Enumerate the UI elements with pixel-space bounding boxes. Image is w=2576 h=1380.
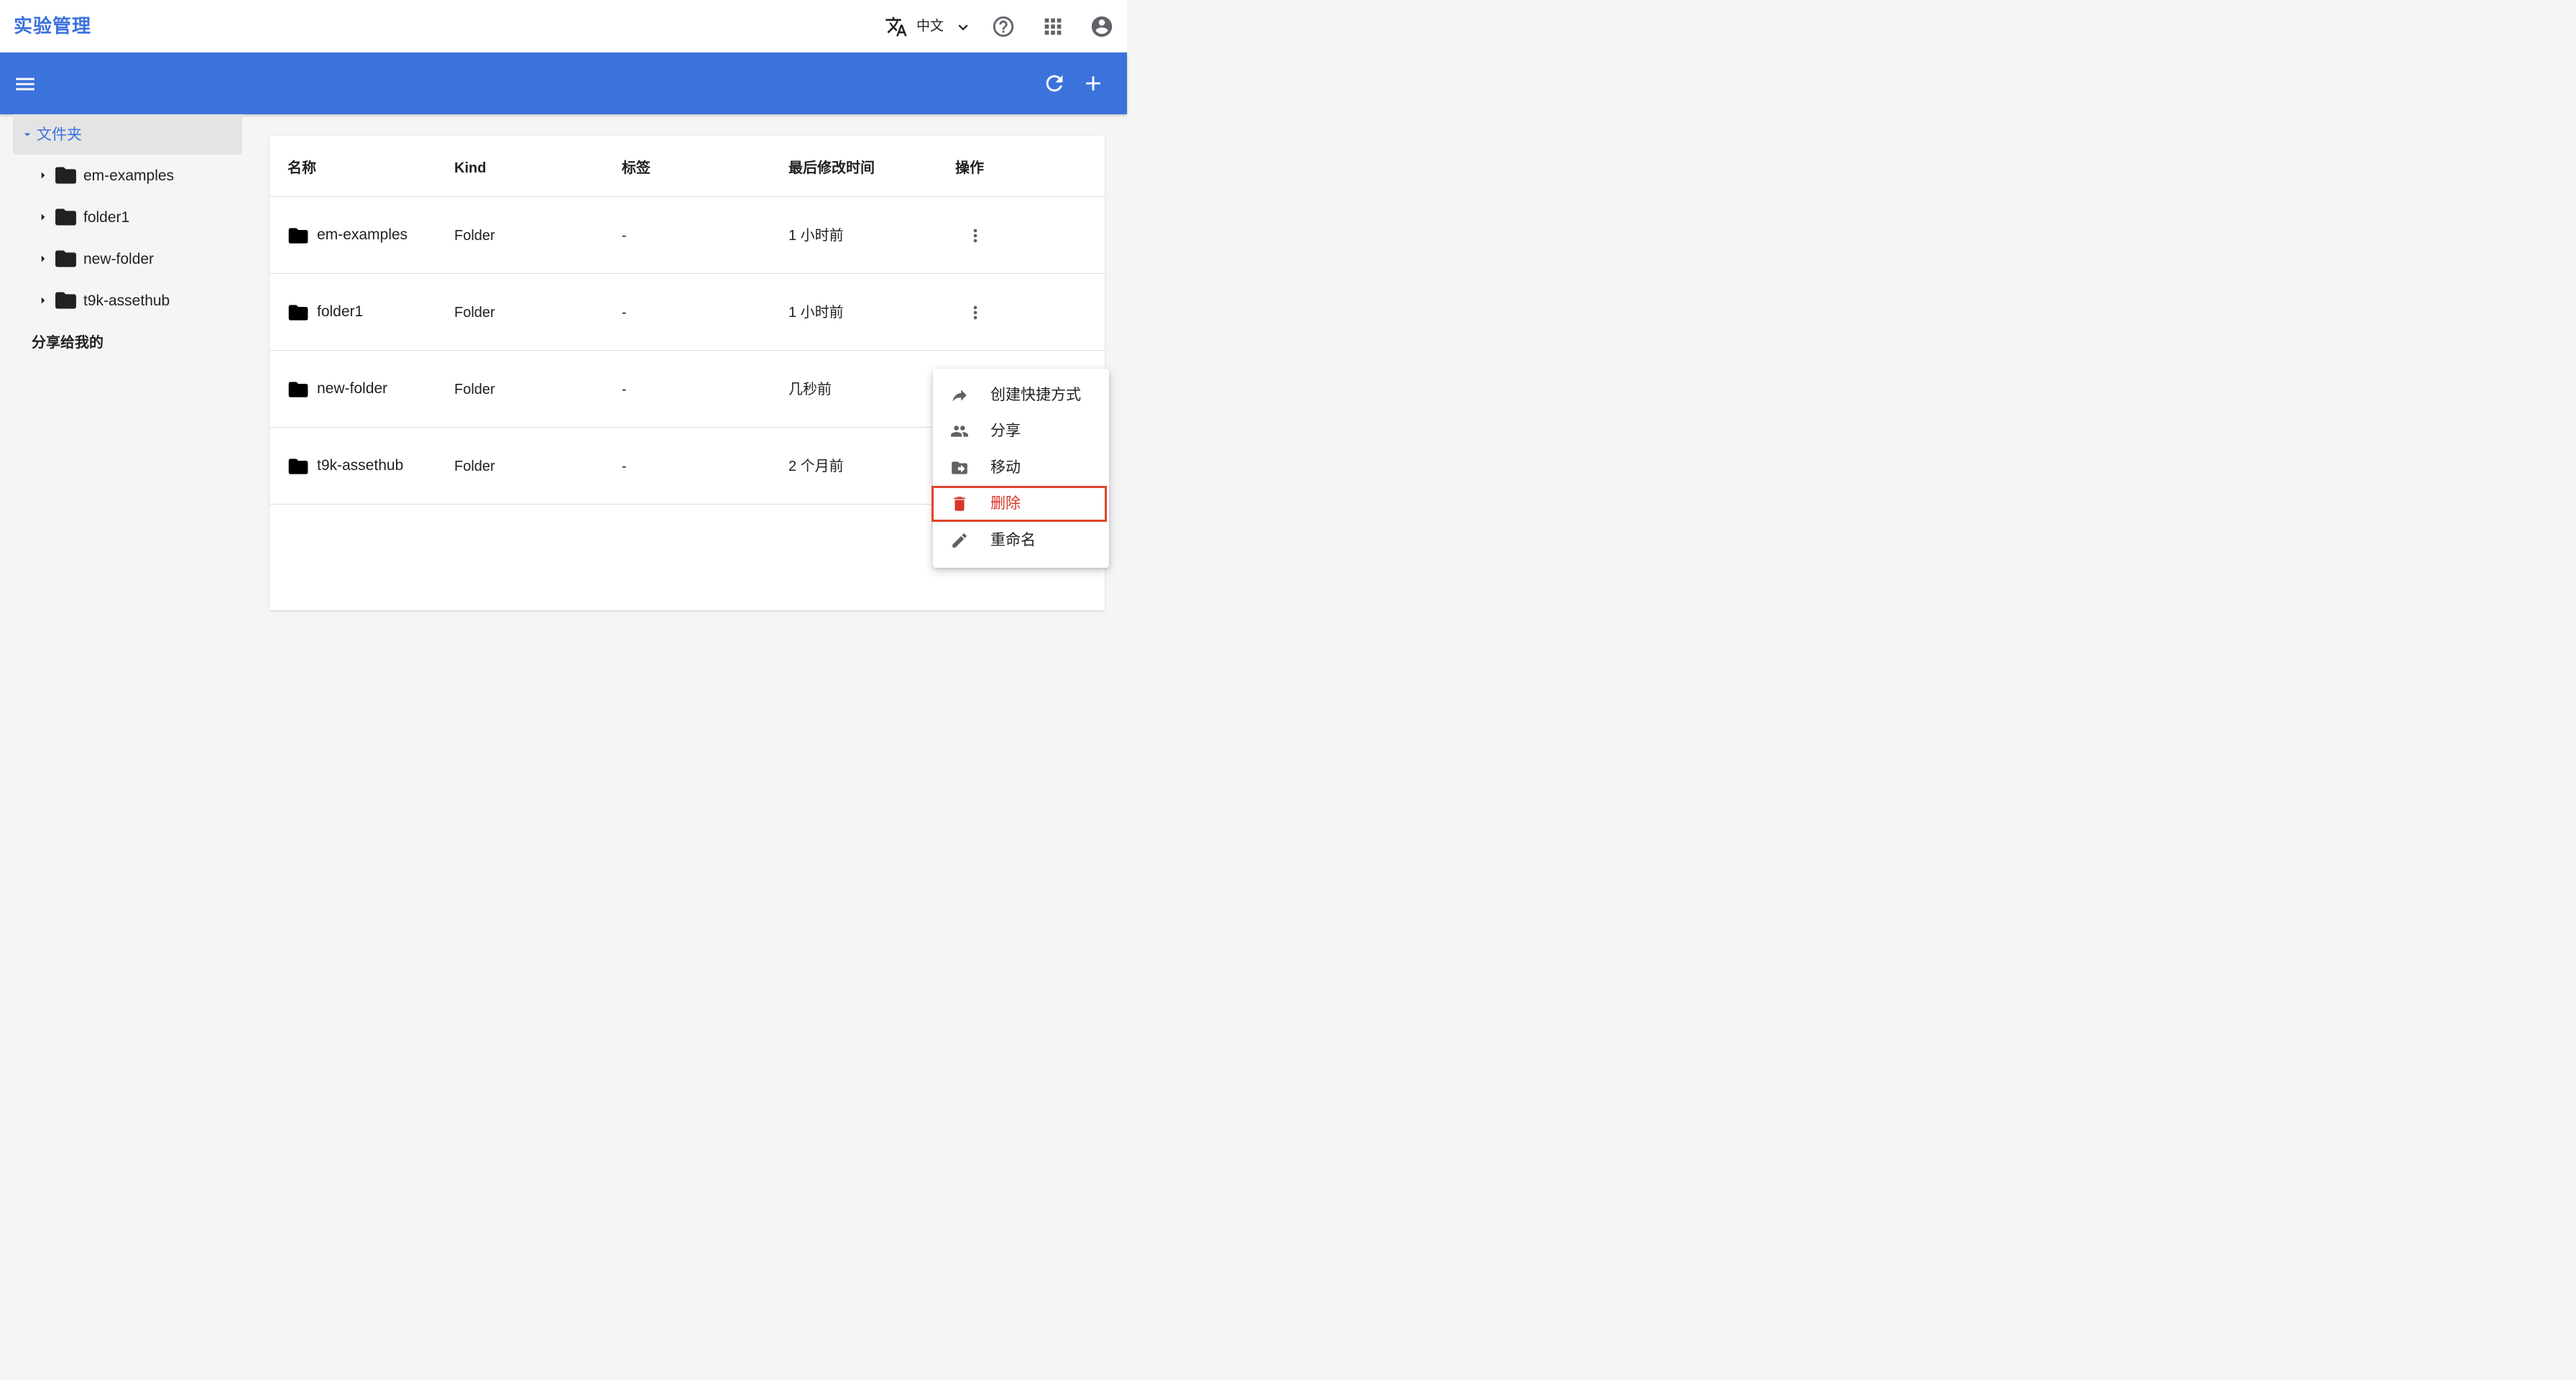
row-kind: Folder: [454, 305, 495, 321]
menu-item-share[interactable]: 分享: [933, 413, 1109, 449]
row-modified: 2 个月前: [788, 459, 844, 474]
menu-item-label: 分享: [990, 423, 1021, 439]
help-icon[interactable]: [991, 14, 1016, 39]
sidebar: 文件夹 em-examples folder1 new-folder t9k-a…: [0, 114, 259, 604]
row-tags: -: [622, 382, 627, 397]
table-row[interactable]: folder1 Folder - 1 小时前: [270, 274, 1105, 350]
row-modified: 1 小时前: [788, 305, 844, 321]
language-label[interactable]: 中文: [916, 17, 944, 36]
sidebar-item-em-examples[interactable]: em-examples: [0, 160, 244, 192]
row-kind: Folder: [454, 228, 495, 244]
chevron-down-icon[interactable]: [954, 18, 972, 37]
row-modified: 几秒前: [788, 382, 832, 397]
more-vert-icon[interactable]: [965, 303, 985, 323]
menu-item-create-shortcut[interactable]: 创建快捷方式: [933, 377, 1109, 413]
account-icon[interactable]: [1090, 14, 1114, 39]
people-icon: [951, 426, 968, 437]
caret-right-icon[interactable]: [37, 294, 50, 307]
highlight-box: [932, 486, 1107, 522]
caret-right-icon[interactable]: [37, 211, 50, 224]
row-tags: -: [622, 459, 627, 474]
menu-item-label: 重命名: [990, 532, 1036, 548]
refresh-icon[interactable]: [1042, 71, 1067, 96]
menu-item-label: 创建快捷方式: [990, 387, 1081, 403]
sidebar-item-new-folder[interactable]: new-folder: [0, 244, 244, 275]
column-header-kind[interactable]: Kind: [454, 158, 486, 178]
apps-icon[interactable]: [1041, 14, 1065, 39]
row-modified: 1 小时前: [788, 228, 844, 244]
menu-icon[interactable]: [13, 72, 37, 96]
add-icon[interactable]: [1081, 71, 1105, 96]
more-vert-icon[interactable]: [965, 226, 985, 246]
menu-item-label: 移动: [990, 459, 1021, 476]
row-kind: Folder: [454, 459, 495, 474]
column-header-actions: 操作: [955, 160, 984, 176]
table-row[interactable]: em-examples Folder - 1 小时前: [270, 197, 1105, 273]
folder-icon: [55, 167, 76, 184]
caret-down-icon[interactable]: [20, 127, 34, 142]
context-menu: 创建快捷方式 分享 移动 删除 重命名: [932, 369, 1109, 568]
row-name[interactable]: t9k-assethub: [317, 456, 403, 476]
sidebar-root-label: 文件夹: [37, 126, 82, 143]
row-tags: -: [622, 305, 627, 321]
app-title[interactable]: 实验管理: [14, 13, 91, 39]
shortcut-icon: [952, 390, 967, 402]
sidebar-item-label: t9k-assethub: [83, 293, 170, 309]
sidebar-item-shared-with-me[interactable]: 分享给我的: [32, 333, 104, 353]
row-name[interactable]: em-examples: [317, 225, 408, 245]
column-header-tags[interactable]: 标签: [622, 158, 650, 178]
folder-icon: [288, 228, 308, 244]
folder-icon: [288, 382, 308, 397]
sidebar-item-label: folder1: [83, 209, 130, 226]
translate-icon[interactable]: [885, 15, 908, 38]
column-header-name[interactable]: 名称: [288, 158, 316, 178]
sidebar-item-label: new-folder: [83, 251, 155, 267]
move-folder-icon: [952, 461, 967, 474]
sidebar-item-t9k-assethub[interactable]: t9k-assethub: [0, 285, 244, 317]
folder-icon: [55, 208, 76, 226]
row-kind: Folder: [454, 382, 495, 397]
folder-icon: [55, 250, 76, 267]
menu-item-rename[interactable]: 重命名: [933, 523, 1109, 558]
caret-right-icon[interactable]: [37, 252, 50, 265]
sidebar-item-folder1[interactable]: folder1: [0, 202, 244, 234]
top-bar: 实验管理 中文: [0, 0, 1127, 52]
folder-icon: [55, 292, 76, 309]
menu-item-move[interactable]: 移动: [933, 450, 1109, 486]
caret-right-icon[interactable]: [37, 169, 50, 182]
row-name[interactable]: new-folder: [317, 379, 387, 399]
folder-icon: [288, 305, 308, 321]
sidebar-root-folder[interactable]: 文件夹: [13, 114, 242, 155]
row-tags: -: [622, 228, 627, 244]
menu-item-delete[interactable]: 删除: [932, 486, 1109, 522]
row-name[interactable]: folder1: [317, 302, 363, 322]
sidebar-item-label: em-examples: [83, 167, 175, 184]
toolbar: [0, 52, 1127, 114]
rename-icon: [952, 533, 967, 548]
folder-icon: [288, 459, 308, 474]
column-header-modified[interactable]: 最后修改时间: [788, 158, 875, 178]
